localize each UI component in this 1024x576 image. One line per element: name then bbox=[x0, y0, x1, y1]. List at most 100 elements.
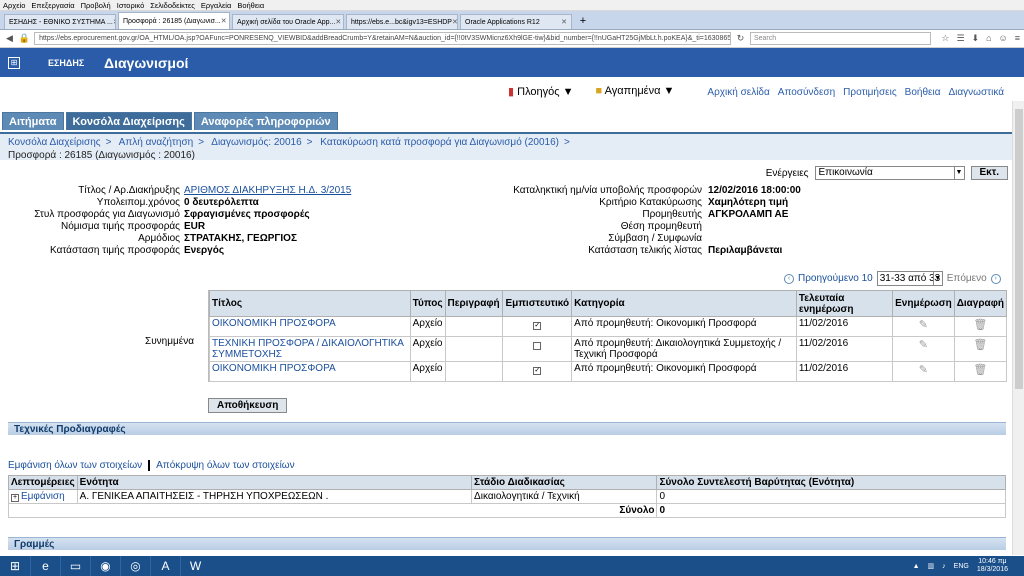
acrobat-icon[interactable]: A bbox=[150, 556, 180, 576]
crumb-award[interactable]: Κατακύρωση κατά προσφορά για Διαγωνισμό … bbox=[320, 137, 559, 148]
star-icon[interactable]: ☆ bbox=[941, 33, 949, 44]
expand-icon[interactable]: + bbox=[11, 494, 19, 502]
tab-reports[interactable]: Αναφορές πληροφοριών bbox=[193, 112, 338, 130]
search-input[interactable]: Search bbox=[749, 32, 932, 45]
browser-tab-5[interactable]: Oracle Applications R12 ✕ bbox=[460, 14, 572, 29]
trash-icon[interactable]: 🗑 bbox=[953, 316, 1008, 337]
attachment-updated: 11/02/2016 bbox=[795, 336, 894, 362]
save-button[interactable]: Αποθήκευση bbox=[208, 398, 288, 413]
label-currency: Νόμισμα τιμής προσφοράς bbox=[60, 221, 180, 232]
new-tab-button[interactable]: + bbox=[574, 14, 592, 29]
menu-history[interactable]: Ιστορικό bbox=[117, 0, 145, 10]
confidential-checkbox[interactable] bbox=[533, 342, 542, 350]
attachment-title-link[interactable]: ΟΙΚΟΝΟΜΙΚΗ ΠΡΟΣΦΟΡΑ bbox=[212, 363, 336, 374]
col-update: Ενημέρωση bbox=[892, 290, 955, 317]
confidential-checkbox[interactable]: ✓ bbox=[533, 367, 542, 375]
pencil-icon[interactable]: ✎ bbox=[892, 316, 955, 337]
browser-tab-3[interactable]: Αρχική σελίδα του Oracle App... ✕ bbox=[232, 14, 344, 29]
link-help[interactable]: Βοήθεια bbox=[905, 87, 941, 98]
crumb-admin-console[interactable]: Κονσόλα Διαχείρισης bbox=[8, 137, 101, 148]
trash-icon[interactable]: 🗑 bbox=[953, 336, 1008, 362]
menu-tools[interactable]: Εργαλεία bbox=[201, 0, 231, 10]
volume-icon[interactable]: ♪ bbox=[942, 563, 946, 570]
browser-tab-2[interactable]: Προσφορά : 26185 (Διαγωνισ... ✕ bbox=[118, 12, 230, 29]
chat-icon[interactable]: ☺ bbox=[999, 33, 1008, 44]
chevron-down-icon: ▼ bbox=[953, 167, 964, 179]
show-details-link[interactable]: Εμφάνιση bbox=[21, 491, 65, 502]
tech-table: Λεπτομέρειες Ενότητα Στάδιο Διαδικασίας … bbox=[7, 475, 1006, 518]
menu-bookmarks[interactable]: Σελιδοδείκτες bbox=[150, 0, 195, 10]
clock[interactable]: 10:46 πμ 18/3/2016 bbox=[977, 558, 1008, 574]
windows-start-icon[interactable]: ⊞ bbox=[0, 556, 30, 576]
go-button[interactable]: Εκτ. bbox=[970, 166, 1008, 180]
label-close-date: Καταληκτική ημ/νία υποβολής προσφορών bbox=[513, 185, 702, 196]
crumb-simple-search[interactable]: Απλή αναζήτηση bbox=[119, 137, 194, 148]
link-home[interactable]: Αρχική σελίδα bbox=[707, 87, 769, 98]
show-all-link[interactable]: Εμφάνιση όλων των στοιχείων bbox=[8, 460, 142, 471]
label-title: Τίτλος / Αρ.Διακήρυξης bbox=[78, 185, 180, 196]
attachment-title-link[interactable]: ΤΕΧΝΙΚΗ ΠΡΟΣΦΟΡΑ / ΔΙΚΑΙΟΛΟΓΗΤΙΚΑ ΣΥΜΜΕΤ… bbox=[212, 338, 403, 360]
actions-label: Ενέργειες bbox=[765, 167, 809, 179]
close-icon[interactable]: ✕ bbox=[452, 15, 457, 29]
attachment-title-link[interactable]: ΟΙΚΟΝΟΜΙΚΗ ΠΡΟΣΦΟΡΑ bbox=[212, 318, 336, 329]
actions-selected: Επικοινωνία bbox=[818, 167, 873, 178]
link-logout[interactable]: Αποσύνδεση bbox=[778, 87, 835, 98]
pencil-icon[interactable]: ✎ bbox=[892, 336, 955, 362]
network-icon[interactable]: ▥ bbox=[928, 562, 935, 570]
tab-requests[interactable]: Αιτήματα bbox=[2, 112, 64, 130]
global-links: Αρχική σελίδα Αποσύνδεση Προτιμήσεις Βοή… bbox=[707, 87, 1004, 98]
word-icon[interactable]: W bbox=[180, 556, 210, 576]
attachment-type: Αρχείο bbox=[409, 361, 446, 382]
menu-view[interactable]: Προβολή bbox=[81, 0, 111, 10]
link-preferences[interactable]: Προτιμήσεις bbox=[843, 87, 897, 98]
hide-all-link[interactable]: Απόκρυψη όλων των στοιχείων bbox=[156, 460, 294, 471]
navigator-menu[interactable]: ▮ Πλοηγός ▼ bbox=[508, 85, 574, 98]
explorer-folder-icon[interactable]: ▭ bbox=[60, 556, 90, 576]
clock-time: 10:46 πμ bbox=[978, 558, 1007, 565]
chevron-down-icon: ▼ bbox=[562, 86, 574, 98]
reader-icon[interactable]: ☰ bbox=[956, 33, 964, 44]
close-icon[interactable]: ✕ bbox=[335, 15, 341, 29]
label-contract: Σύμβαση / Συμφωνία bbox=[608, 233, 702, 244]
menu-file[interactable]: Αρχείο bbox=[3, 0, 25, 10]
crumb-auction[interactable]: Διαγωνισμός: 20016 bbox=[211, 137, 301, 148]
actions-select[interactable]: Επικοινωνία ▼ bbox=[814, 166, 965, 180]
close-icon[interactable]: ✕ bbox=[561, 15, 567, 29]
chrome-icon[interactable]: ◎ bbox=[120, 556, 150, 576]
home-icon[interactable]: ⌂ bbox=[986, 33, 991, 44]
col-stage: Στάδιο Διαδικασίας bbox=[471, 475, 658, 490]
attachment-description bbox=[444, 316, 504, 337]
close-icon[interactable]: ✕ bbox=[221, 13, 227, 29]
link-diagnostics[interactable]: Διαγνωστικά bbox=[949, 87, 1005, 98]
confidential-checkbox[interactable]: ✓ bbox=[533, 322, 542, 330]
page-title: Προσφορά : 26185 (Διαγωνισμός : 20016) bbox=[8, 150, 195, 161]
col-category: Κατηγορία bbox=[571, 290, 797, 317]
menu-edit[interactable]: Επεξεργασία bbox=[31, 0, 74, 10]
url-bar[interactable]: https://ebs.eprocurement.gov.gr/OA_HTML/… bbox=[34, 32, 732, 45]
app-banner: ⊞ ΕΣΗΔΗΣ Διαγωνισμοί bbox=[0, 48, 1024, 77]
language-indicator[interactable]: ENG bbox=[954, 563, 969, 570]
value-title-link[interactable]: ΑΡΙΘΜΟΣ ΔΙΑΚΗΡΥΞΗΣ Η.Δ. 3/2015 bbox=[184, 185, 351, 196]
favorites-menu[interactable]: ■ Αγαπημένα ▼ bbox=[596, 85, 675, 98]
scrollbar-thumb[interactable] bbox=[1015, 109, 1023, 389]
tray-arrow-icon[interactable]: ▲ bbox=[913, 563, 920, 570]
label-remaining-time: Υπολειπομ.χρόνος bbox=[96, 197, 180, 208]
ie-icon[interactable]: e bbox=[30, 556, 60, 576]
firefox-icon[interactable]: ◉ bbox=[90, 556, 120, 576]
value-currency: EUR bbox=[184, 221, 206, 232]
browser-tab-4[interactable]: https://ebs.e...bc&igv13=ESHDP ✕ bbox=[346, 14, 458, 29]
page-scrollbar[interactable] bbox=[1012, 101, 1024, 555]
trash-icon[interactable]: 🗑 bbox=[953, 361, 1008, 382]
browser-tab-1[interactable]: ΕΣΗΔΗΣ - ΕΘΝΙΚΟ ΣΥΣΤΗΜΑ ...✕ bbox=[4, 14, 116, 29]
range-select[interactable]: 31-33 από 33 ▼ bbox=[876, 271, 943, 286]
menu-help[interactable]: Βοήθεια bbox=[237, 0, 264, 10]
back-icon[interactable]: ◀ bbox=[4, 33, 15, 44]
tab-admin-console[interactable]: Κονσόλα Διαχείρισης bbox=[65, 112, 192, 130]
close-icon[interactable]: ✕ bbox=[113, 15, 115, 29]
prev-arrow-icon[interactable]: ‹ bbox=[784, 273, 794, 284]
menu-icon[interactable]: ≡ bbox=[1015, 33, 1020, 44]
refresh-icon[interactable]: ↻ bbox=[735, 33, 746, 44]
prev-link[interactable]: Προηγούμενο 10 bbox=[798, 273, 873, 284]
pencil-icon[interactable]: ✎ bbox=[892, 361, 955, 382]
download-icon[interactable]: ⬇ bbox=[972, 33, 980, 44]
